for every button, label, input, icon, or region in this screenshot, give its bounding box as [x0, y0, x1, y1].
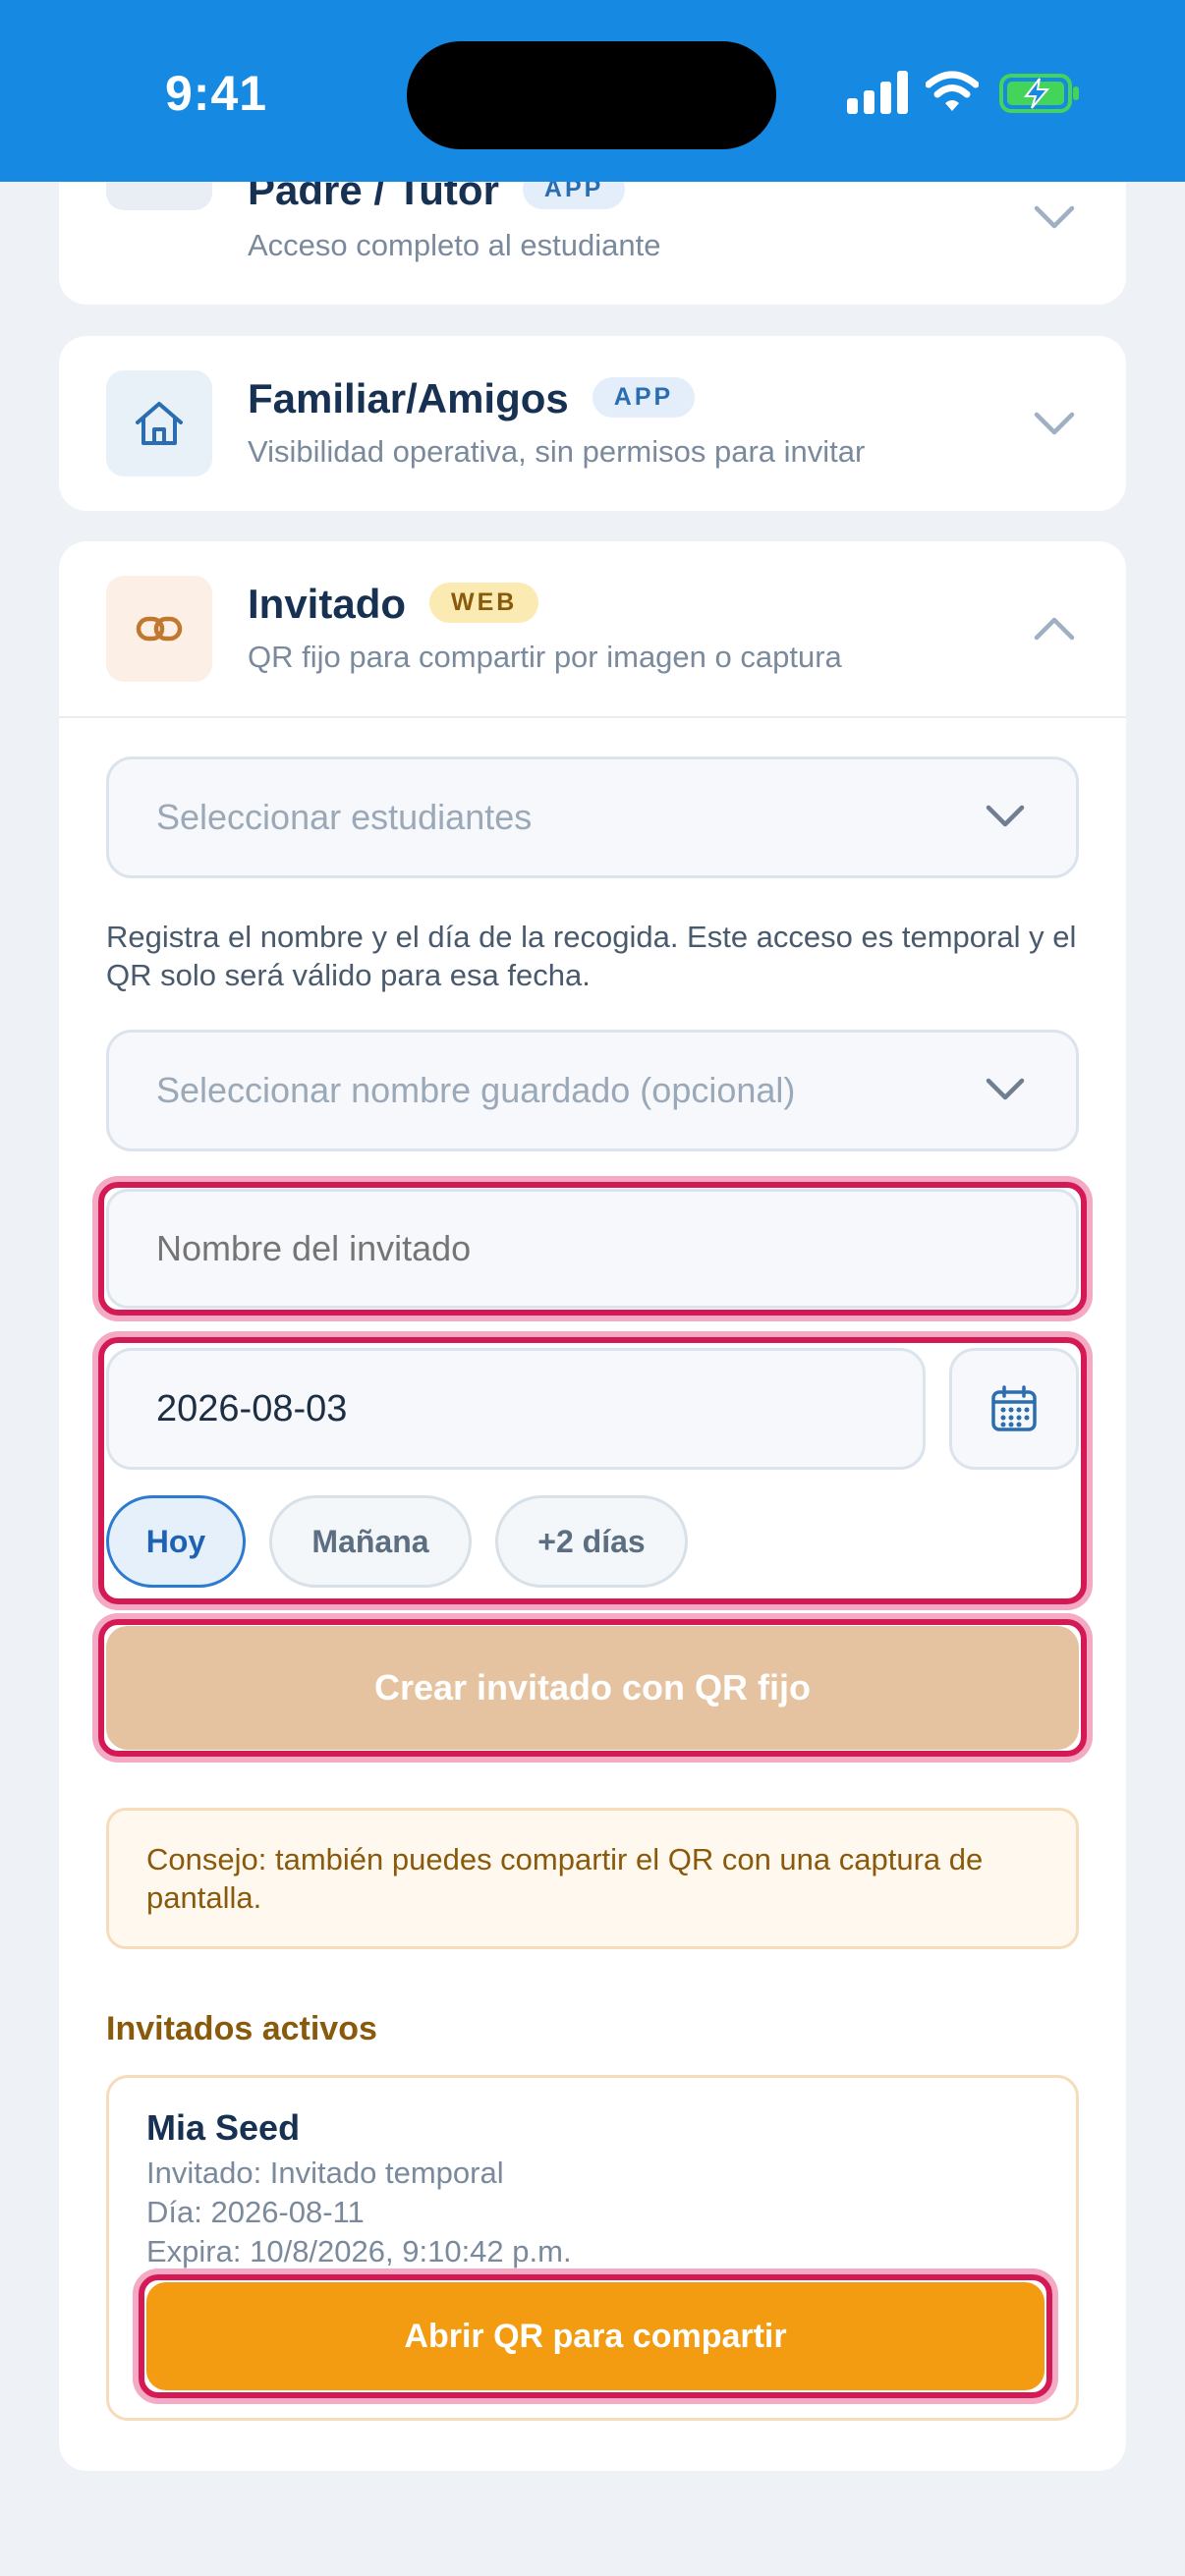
chevron-down-icon[interactable] [1034, 411, 1075, 436]
guest-day: Día: 2026-08-11 [146, 2195, 365, 2229]
signal-icon [847, 71, 908, 114]
card-title-familiar: Familiar/Amigos [248, 375, 569, 421]
card-subtitle-padre: Acceso completo al estudiante [248, 228, 661, 262]
card-subtitle-invitado: QR fijo para compartir por imagen o capt… [248, 640, 842, 674]
guest-name-input[interactable] [106, 1189, 1079, 1309]
house-icon [106, 370, 212, 476]
card-invitado: Invitado WEB QR fijo para compartir por i… [59, 541, 1126, 2471]
chevron-down-icon [986, 805, 1025, 827]
badge-web: WEB [429, 583, 539, 624]
card-title-invitado: Invitado [248, 581, 407, 627]
guest-name: Mia Seed [146, 2107, 301, 2148]
chip-manana[interactable]: Mañana [269, 1495, 472, 1588]
calendar-icon [991, 1385, 1037, 1431]
battery-charging-icon [999, 74, 1079, 113]
card-subtitle-familiar: Visibilidad operativa, sin permisos para… [248, 434, 866, 469]
status-bar: 9:41 [0, 0, 1185, 182]
dynamic-island [407, 41, 776, 149]
active-guest-card: Mia Seed Invitado: Invitado temporal Día… [106, 2075, 1079, 2421]
saved-name-select-label: Seleccionar nombre guardado (opcional) [156, 1070, 796, 1110]
invitado-description: Registra el nombre y el día de la recogi… [106, 920, 1077, 992]
date-value: 2026-08-03 [156, 1387, 348, 1429]
card-familiar-amigos[interactable]: Familiar/Amigos APP Visibilidad operativa… [59, 336, 1126, 511]
status-time: 9:41 [165, 66, 268, 121]
card-title-row-familiar: Familiar/Amigos APP [248, 375, 696, 422]
wifi-icon [926, 71, 979, 111]
chip-hoy[interactable]: Hoy [106, 1495, 246, 1588]
chevron-down-icon[interactable] [1034, 204, 1075, 230]
date-chips: Hoy Mañana +2 días [106, 1495, 1079, 1588]
students-select[interactable]: Seleccionar estudiantes [106, 756, 1079, 878]
saved-name-select[interactable]: Seleccionar nombre guardado (opcional) [106, 1030, 1079, 1151]
calendar-button[interactable] [949, 1348, 1079, 1470]
tip-text: Consejo: también puedes compartir el QR … [146, 1842, 984, 1915]
card-title-row-invitado: Invitado WEB [248, 581, 539, 628]
chevron-up-icon[interactable] [1034, 616, 1075, 642]
chip-dos-dias[interactable]: +2 días [495, 1495, 688, 1588]
create-guest-button[interactable]: Crear invitado con QR fijo [106, 1626, 1079, 1750]
guest-expires: Expira: 10/8/2026, 9:10:42 p.m. [146, 2234, 572, 2268]
link-icon [106, 576, 212, 682]
guest-type: Invitado: Invitado temporal [146, 2156, 504, 2190]
tip-box: Consejo: también puedes compartir el QR … [106, 1808, 1079, 1949]
students-select-label: Seleccionar estudiantes [156, 797, 533, 837]
active-guests-heading: Invitados activos [106, 2010, 377, 2047]
date-input[interactable]: 2026-08-03 [106, 1348, 926, 1470]
badge-app: APP [592, 377, 696, 419]
chevron-down-icon [986, 1078, 1025, 1100]
open-qr-button[interactable]: Abrir QR para compartir [146, 2282, 1044, 2390]
invitado-header[interactable]: Invitado WEB QR fijo para compartir por i… [59, 541, 1126, 718]
